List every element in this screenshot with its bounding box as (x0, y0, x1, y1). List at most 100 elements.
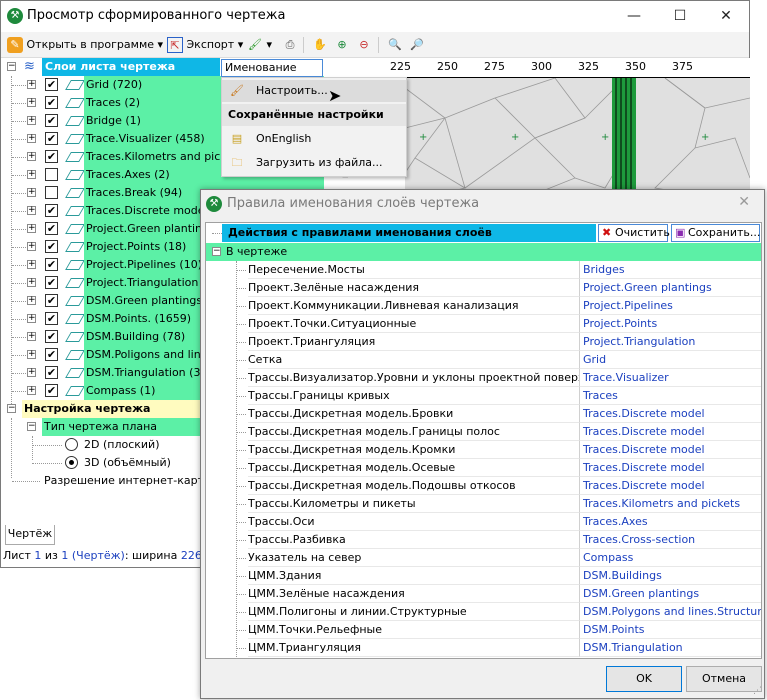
print-icon[interactable]: ⎙ (282, 37, 298, 53)
rule-target-name[interactable]: Traces.Discrete model (579, 405, 761, 423)
rule-target-name[interactable]: Traces.Discrete model (579, 459, 761, 477)
layer-visibility-checkbox[interactable]: ✔ (45, 240, 58, 253)
menu-item-configure[interactable]: 🖌 Настроить... (222, 80, 406, 102)
rule-target-name[interactable]: Project.Pipelines (579, 297, 761, 315)
rule-row[interactable]: Проект.Триангуляция Project.Triangulation (206, 333, 761, 351)
rule-row[interactable]: Трассы.Дискретная модель.Осевые Traces.Di… (206, 459, 761, 477)
ok-button[interactable]: OK (606, 666, 682, 692)
layer-visibility-checkbox[interactable]: ✔ (45, 204, 58, 217)
rule-target-name[interactable]: Traces.Discrete model (579, 441, 761, 459)
rule-target-name[interactable]: DSM.Polygons and lines.Structural (579, 603, 761, 621)
rule-row[interactable]: Трассы.Дискретная модель.Кромки Traces.Di… (206, 441, 761, 459)
rule-row[interactable]: Проект.Точки.Ситуационные Project.Points (206, 315, 761, 333)
rule-row[interactable]: Трассы.Оси Traces.Axes (206, 513, 761, 531)
layer-visibility-checkbox[interactable]: ✔ (45, 366, 58, 379)
rule-target-name[interactable]: Traces.Discrete model (579, 423, 761, 441)
rule-row[interactable]: Трассы.Дискретная модель.Бровки Traces.Di… (206, 405, 761, 423)
layer-visibility-checkbox[interactable]: ✔ (45, 276, 58, 289)
layer-visibility-checkbox[interactable]: ✔ (45, 348, 58, 361)
cancel-button[interactable]: Отмена (686, 666, 762, 692)
rule-row[interactable]: Трассы.Границы кривых Traces (206, 387, 761, 405)
drawing-canvas[interactable]: + + + + (405, 78, 750, 198)
rule-row[interactable]: ЦММ.Точки.Рельефные DSM.Points (206, 621, 761, 639)
rule-target-name[interactable]: Project.Points (579, 315, 761, 333)
resize-grip-icon[interactable]: ⋰ (753, 686, 762, 696)
menu-item-onenglish[interactable]: ▤ OnEnglish (222, 128, 406, 150)
rule-row[interactable]: ЦММ.Зелёные насаждения DSM.Green planting… (206, 585, 761, 603)
collapse-icon[interactable]: − (27, 422, 36, 431)
layer-visibility-checkbox[interactable]: ✔ (45, 114, 58, 127)
section-in-drawing-row[interactable]: − В чертеже (206, 243, 761, 261)
minimize-button[interactable]: — (611, 1, 657, 31)
rule-row[interactable]: Трассы.Дискретная модель.Подошвы откосов… (206, 477, 761, 495)
export-button[interactable]: ⇱ Экспорт ▾ (167, 36, 243, 54)
layer-naming-toolbar-button[interactable]: 🖌 ▾ (247, 36, 272, 54)
layer-visibility-checkbox[interactable]: ✔ (45, 132, 58, 145)
expand-icon[interactable]: + (27, 350, 36, 359)
layer-visibility-checkbox[interactable]: ✔ (45, 384, 58, 397)
rule-target-name[interactable]: Traces.Cross-section (579, 531, 761, 549)
expand-icon[interactable]: + (27, 80, 36, 89)
save-button[interactable]: ▣ Сохранить... (671, 224, 760, 242)
expand-icon[interactable]: + (27, 278, 36, 287)
rule-row[interactable]: ЦММ.Триангуляция DSM.Triangulation (206, 639, 761, 657)
hand-pan-icon[interactable]: ✋ (312, 37, 328, 53)
expand-icon[interactable]: + (27, 134, 36, 143)
rule-target-name[interactable]: Traces.Kilometrs and pickets (579, 495, 761, 513)
rule-row[interactable]: Указатель на север Compass (206, 549, 761, 567)
expand-icon[interactable]: + (27, 170, 36, 179)
rule-target-name[interactable]: Trace.Visualizer (579, 369, 761, 387)
rule-target-name[interactable]: DSM.Buildings (579, 567, 761, 585)
rule-target-name[interactable]: DSM.Green plantings (579, 585, 761, 603)
tab-drawing[interactable]: Чертёж (5, 525, 55, 545)
expand-icon[interactable]: + (27, 386, 36, 395)
clear-button[interactable]: ✖ Очистить (598, 224, 670, 242)
dialog-close-button[interactable]: ✕ (738, 194, 750, 210)
radio-3d[interactable] (65, 456, 78, 469)
rule-row[interactable]: Проект.Коммуникации.Ливневая канализация… (206, 297, 761, 315)
rule-target-name[interactable]: DSM.Points (579, 621, 761, 639)
rule-row[interactable]: Трассы.Визуализатор.Уровни и уклоны прое… (206, 369, 761, 387)
zoom-in-icon[interactable]: ⊕ (334, 37, 350, 53)
collapse-icon[interactable]: − (7, 404, 16, 413)
rule-row[interactable]: ЦММ.Полигоны и линии.Структурные DSM.Poly… (206, 603, 761, 621)
expand-icon[interactable]: + (27, 296, 36, 305)
expand-icon[interactable]: + (27, 98, 36, 107)
rule-target-name[interactable]: Traces.Axes (579, 513, 761, 531)
close-button[interactable]: ✕ (703, 1, 749, 31)
collapse-icon[interactable]: − (212, 247, 221, 256)
rule-row[interactable]: Сетка Grid (206, 351, 761, 369)
rule-row[interactable]: ЦММ.Здания DSM.Buildings (206, 567, 761, 585)
expand-icon[interactable]: + (27, 368, 36, 377)
expand-icon[interactable]: + (27, 260, 36, 269)
rule-row[interactable]: Трассы.Километры и пикеты Traces.Kilometr… (206, 495, 761, 513)
layer-visibility-checkbox[interactable]: ✔ (45, 96, 58, 109)
open-in-program-button[interactable]: ✎ Открыть в программе ▾ (7, 36, 163, 54)
expand-icon[interactable]: + (27, 332, 36, 341)
expand-icon[interactable]: + (27, 152, 36, 161)
menu-item-load-file[interactable]: 🗀 Загрузить из файла... (222, 152, 406, 174)
radio-2d[interactable] (65, 438, 78, 451)
zoom-out-icon[interactable]: ⊖ (356, 37, 372, 53)
expand-icon[interactable]: + (27, 314, 36, 323)
maximize-button[interactable]: ☐ (657, 1, 703, 31)
rule-target-name[interactable]: Project.Triangulation (579, 333, 761, 351)
layer-visibility-checkbox[interactable]: ✔ (45, 150, 58, 163)
rule-target-name[interactable]: DSM.Triangulation (579, 639, 761, 657)
fit-zoom-icon[interactable]: 🔎 (409, 37, 425, 53)
layer-visibility-checkbox[interactable]: ✔ (45, 258, 58, 271)
expand-icon[interactable]: + (27, 206, 36, 215)
layer-visibility-checkbox[interactable] (45, 186, 58, 199)
rule-target-name[interactable]: Project.Green plantings (579, 279, 761, 297)
expand-icon[interactable]: + (27, 224, 36, 233)
layer-visibility-checkbox[interactable]: ✔ (45, 222, 58, 235)
collapse-icon[interactable]: − (7, 62, 16, 71)
rule-target-name[interactable]: Traces.Discrete model (579, 477, 761, 495)
rule-row[interactable]: Проект.Зелёные насаждения Project.Green p… (206, 279, 761, 297)
expand-icon[interactable]: + (27, 116, 36, 125)
expand-icon[interactable]: + (27, 188, 36, 197)
layer-visibility-checkbox[interactable]: ✔ (45, 78, 58, 91)
rule-target-name[interactable]: Traces (579, 387, 761, 405)
rule-row[interactable]: Трассы.Разбивка Traces.Cross-section (206, 531, 761, 549)
layer-visibility-checkbox[interactable]: ✔ (45, 330, 58, 343)
